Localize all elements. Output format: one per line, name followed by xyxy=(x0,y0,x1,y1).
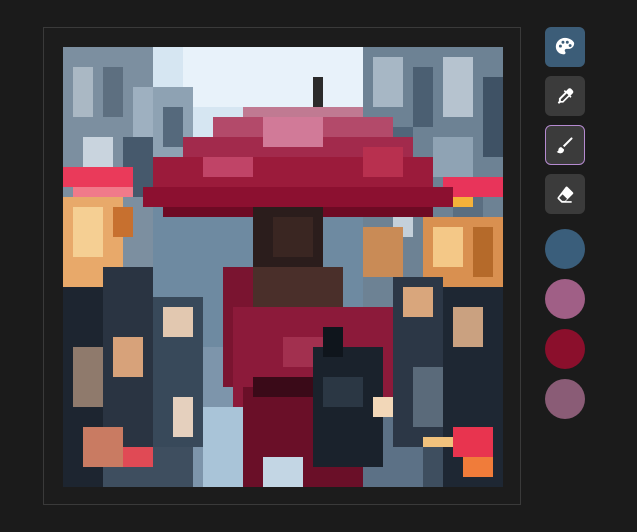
eraser-icon xyxy=(557,186,574,203)
palette-tool-button[interactable] xyxy=(545,27,585,67)
color-swatch-4[interactable] xyxy=(545,379,585,419)
eraser-tool-button[interactable] xyxy=(545,174,585,214)
eyedropper-icon xyxy=(557,88,574,104)
color-swatch-3[interactable] xyxy=(545,329,585,369)
brush-icon xyxy=(556,137,573,154)
palette-icon xyxy=(555,37,575,55)
canvas-frame xyxy=(43,27,521,505)
color-swatch-1[interactable] xyxy=(545,229,585,269)
color-swatch-2[interactable] xyxy=(545,279,585,319)
eyedropper-tool-button[interactable] xyxy=(545,76,585,116)
brush-tool-button[interactable] xyxy=(545,125,585,165)
pixel-art-canvas[interactable] xyxy=(63,47,503,487)
